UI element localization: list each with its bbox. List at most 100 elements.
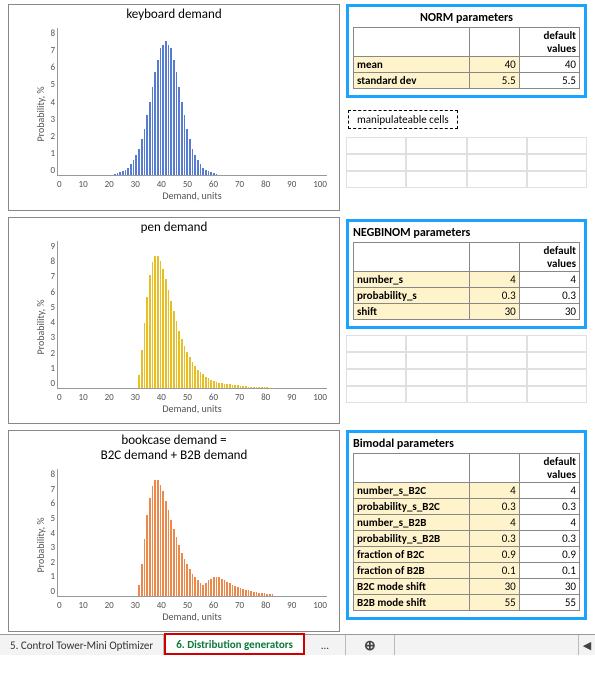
param-value-cell[interactable]: 4	[469, 483, 519, 499]
y-axis-label: Probability, %	[34, 517, 47, 572]
new-sheet-button[interactable]: ⊕	[346, 635, 395, 655]
param-row: fraction of B2C0.90.9	[354, 547, 580, 563]
bar	[221, 579, 223, 596]
bar	[138, 149, 140, 175]
tab-distribution-generators[interactable]: 6. Distribution generators	[164, 633, 305, 655]
param-value-cell[interactable]: 0.3	[469, 288, 519, 304]
param-name: number_s_B2B	[354, 515, 470, 531]
param-value-cell[interactable]: 40	[469, 57, 519, 73]
chart-pen-demand: pen demand 0123456789 Probability, % 010…	[8, 217, 340, 424]
bar	[168, 290, 170, 388]
bar	[152, 262, 154, 388]
param-value-cell[interactable]: 4	[469, 515, 519, 531]
param-value-cell[interactable]: 5.5	[469, 73, 519, 89]
tick-label: 0	[39, 378, 55, 389]
param-box-title: NORM parameters	[353, 11, 580, 27]
plot	[57, 469, 327, 597]
tab-overflow[interactable]: …	[305, 635, 346, 655]
param-value-cell[interactable]: 0.3	[469, 531, 519, 547]
bars	[58, 28, 327, 175]
param-default: 30	[519, 579, 579, 595]
tick-label: 9	[39, 241, 55, 252]
x-axis-label: Demand, units	[57, 610, 327, 623]
param-default: 30	[519, 304, 579, 320]
bar	[200, 372, 202, 388]
bar	[127, 168, 129, 175]
tab-control-tower[interactable]: 5. Control Tower-Mini Optimizer	[0, 635, 164, 655]
param-row: shift3030	[354, 304, 580, 320]
param-default: 0.3	[519, 288, 579, 304]
bar	[154, 256, 156, 388]
chart-title: keyboard demand	[9, 5, 339, 22]
bar	[250, 591, 252, 596]
param-box-title: NEGBINOM parameters	[353, 226, 580, 242]
bar	[157, 60, 159, 175]
tick-label: 6	[39, 62, 55, 73]
param-value-cell[interactable]: 0.9	[469, 547, 519, 563]
bar	[186, 564, 188, 596]
param-name: number_s_B2C	[354, 483, 470, 499]
bar	[200, 164, 202, 175]
param-default: 55	[519, 595, 579, 611]
bar	[186, 129, 188, 175]
tick-label: 8	[39, 469, 55, 480]
bar	[149, 498, 151, 596]
bar	[210, 380, 212, 388]
bar	[173, 529, 175, 596]
param-default: 4	[519, 272, 579, 288]
bar	[210, 172, 212, 175]
bar	[258, 387, 260, 388]
row-bimodal: bookcase demand = B2C demand + B2B deman…	[8, 430, 587, 632]
bar	[266, 594, 268, 596]
bar	[264, 593, 266, 596]
bar	[117, 173, 119, 175]
param-box-title: Bimodal parameters	[353, 437, 580, 453]
param-name: mean	[354, 57, 470, 73]
param-row: number_s_B2B44	[354, 515, 580, 531]
bar	[269, 594, 271, 596]
scroll-left-button[interactable]: ◀	[578, 635, 595, 655]
bar	[189, 357, 191, 388]
param-value-cell[interactable]: 0.1	[469, 563, 519, 579]
bar	[213, 577, 215, 596]
bar	[144, 539, 146, 596]
param-value-cell[interactable]: 30	[469, 304, 519, 320]
param-value-cell[interactable]: 4	[469, 272, 519, 288]
bar	[176, 72, 178, 175]
param-value-cell[interactable]: 30	[469, 579, 519, 595]
bar	[149, 275, 151, 388]
bar	[234, 586, 236, 596]
chart-keyboard-demand: keyboard demand 012345678 Probability, %…	[8, 4, 340, 211]
bar	[168, 45, 170, 175]
norm-parameters-table: default values mean4040standard dev5.55.…	[353, 27, 580, 89]
param-default: 4	[519, 483, 579, 499]
x-axis-label: Demand, units	[57, 402, 327, 415]
bar	[160, 485, 162, 596]
param-value-cell[interactable]: 0.3	[469, 499, 519, 515]
param-row: probability_s_B2B0.30.3	[354, 531, 580, 547]
bar	[170, 301, 172, 388]
bar	[218, 577, 220, 596]
param-row: B2C mode shift3030	[354, 579, 580, 595]
param-value-cell[interactable]: 55	[469, 595, 519, 611]
bar	[138, 585, 140, 596]
chart-area: 012345678 Probability, % 010203040506070…	[39, 465, 333, 625]
defaults-header: default values	[519, 28, 579, 57]
bar	[141, 139, 143, 175]
bar	[162, 45, 164, 175]
bimodal-parameters-table: default values number_s_B2C44probability…	[353, 453, 580, 611]
bar	[135, 155, 137, 175]
bar	[216, 174, 218, 175]
bar	[226, 582, 228, 596]
bar	[165, 41, 167, 175]
defaults-header: default values	[519, 243, 579, 272]
empty-cells[interactable]	[346, 335, 587, 403]
bar	[224, 384, 226, 388]
bar	[144, 323, 146, 388]
tick-label: 1	[39, 571, 55, 582]
param-name: number_s	[354, 272, 470, 288]
bar	[178, 87, 180, 175]
bar	[229, 583, 231, 596]
param-name: fraction of B2C	[354, 547, 470, 563]
empty-cells[interactable]	[346, 137, 587, 188]
